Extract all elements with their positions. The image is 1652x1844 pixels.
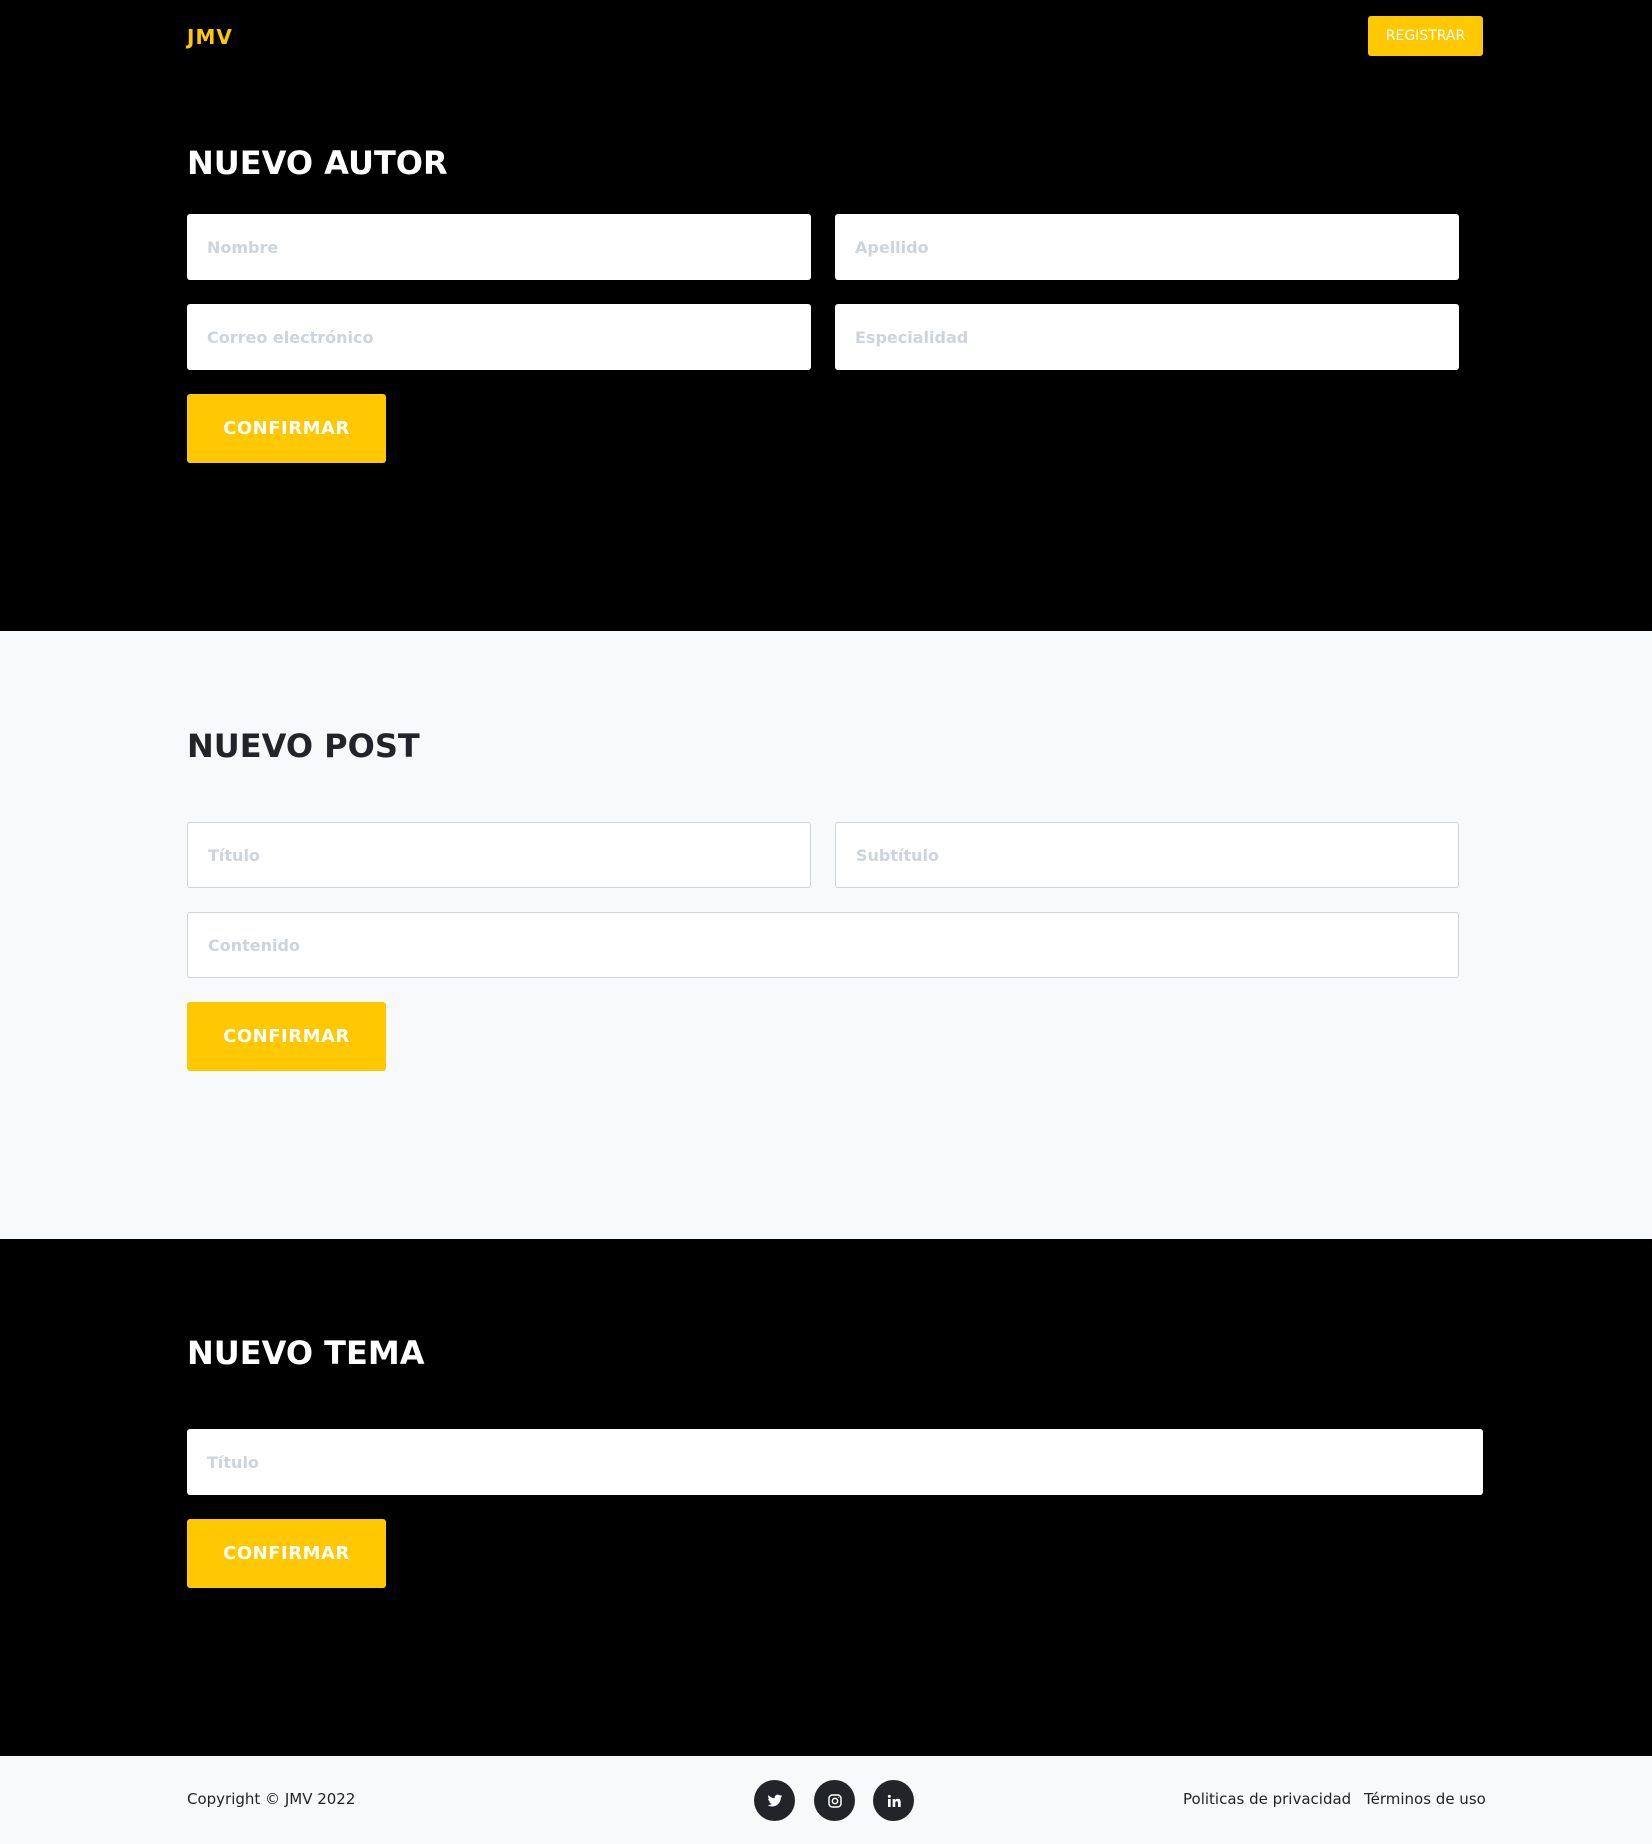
post-subtitulo-input[interactable]: Subtítulo [835,822,1459,888]
terms-of-use-link[interactable]: Términos de uso [1364,1790,1486,1808]
apellido-input[interactable]: Apellido [835,214,1459,280]
instagram-icon[interactable] [814,1780,855,1821]
email-input[interactable]: Correo electrónico [187,304,811,370]
nombre-input[interactable]: Nombre [187,214,811,280]
confirm-tema-button[interactable]: CONFIRMAR [187,1519,386,1588]
section-title-post: NUEVO POST [187,727,420,765]
post-contenido-input[interactable]: Contenido [187,912,1459,978]
section-nuevo-tema: NUEVO TEMA Título CONFIRMAR [0,1239,1652,1756]
section-title-tema: NUEVO TEMA [187,1334,425,1372]
confirm-post-button[interactable]: CONFIRMAR [187,1002,386,1071]
footer: Copyright © JMV 2022 Politicas de privac… [0,1756,1652,1844]
section-title-autor: NUEVO AUTOR [187,144,448,182]
section-nuevo-post: NUEVO POST Título Subtítulo Contenido CO… [0,631,1652,1239]
navbar: JMV REGISTRAR [0,0,1652,72]
brand-logo[interactable]: JMV [187,25,233,49]
section-nuevo-autor: NUEVO AUTOR Nombre Apellido Correo elect… [0,72,1652,631]
privacy-policy-link[interactable]: Politicas de privacidad [1183,1790,1351,1808]
post-titulo-input[interactable]: Título [187,822,811,888]
copyright-text: Copyright © JMV 2022 [187,1790,356,1808]
register-button[interactable]: REGISTRAR [1368,16,1483,56]
confirm-autor-button[interactable]: CONFIRMAR [187,394,386,463]
twitter-icon[interactable] [754,1780,795,1821]
especialidad-input[interactable]: Especialidad [835,304,1459,370]
tema-titulo-input[interactable]: Título [187,1429,1483,1495]
linkedin-icon[interactable] [873,1780,914,1821]
